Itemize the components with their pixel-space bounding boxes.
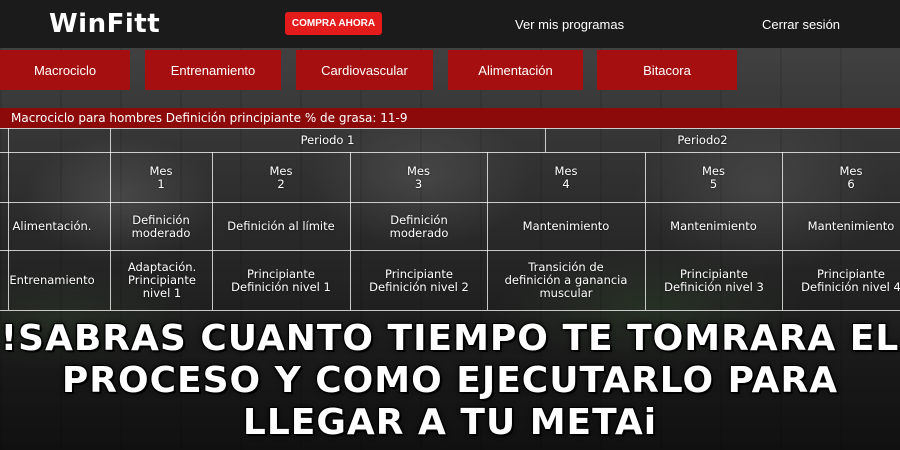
headline-line: !SABRAS CUANTO TIEMPO TE TOMRARA EL: [0, 318, 900, 359]
tab-macrociclo[interactable]: Macrociclo: [0, 50, 130, 90]
my-programs-link[interactable]: Ver mis programas: [515, 17, 624, 32]
headline-line: LLEGAR A TU METAi: [242, 402, 658, 443]
promo-headline: !SABRAS CUANTO TIEMPO TE TOMRARA EL PROC…: [0, 318, 900, 444]
plan-title-bar: Macrociclo para hombres Definición princ…: [0, 108, 900, 128]
top-navigation-bar: WinFitt COMPRA AHORA Ver mis programas C…: [0, 0, 900, 48]
section-tabs: Macrociclo Entrenamiento Cardiovascular …: [0, 48, 900, 90]
brand-logo[interactable]: WinFitt: [49, 9, 160, 39]
tab-entrenamiento[interactable]: Entrenamiento: [145, 50, 281, 90]
tab-alimentacion[interactable]: Alimentación: [448, 50, 583, 90]
buy-now-button[interactable]: COMPRA AHORA: [285, 12, 382, 35]
tab-bitacora[interactable]: Bitacora: [597, 50, 737, 90]
logout-link[interactable]: Cerrar sesión: [762, 17, 840, 32]
plan-title: Macrociclo para hombres Definición princ…: [11, 111, 408, 125]
tab-cardiovascular[interactable]: Cardiovascular: [296, 50, 433, 90]
headline-line: PROCESO Y COMO EJECUTARLO PARA: [61, 360, 839, 401]
